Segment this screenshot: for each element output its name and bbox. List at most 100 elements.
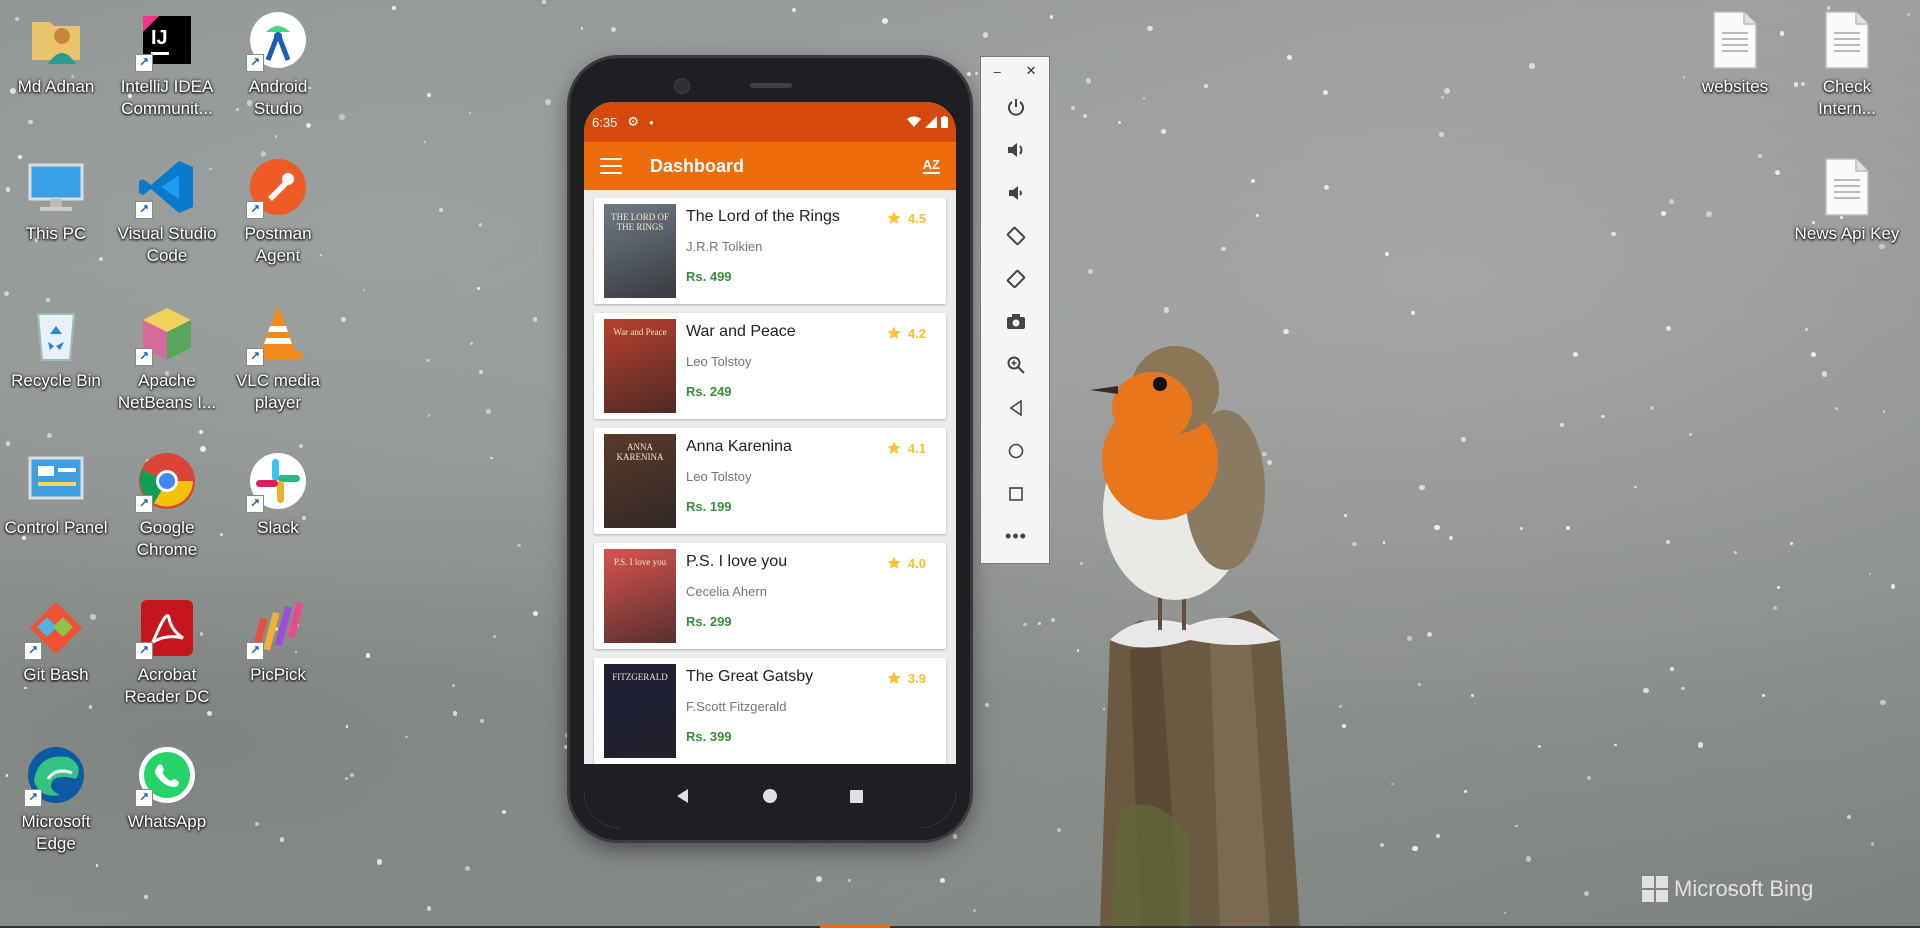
desktop-icon-microsoft[interactable]: ↗ Microsoft Edge: [2, 743, 110, 855]
overview-square-icon: [1009, 486, 1023, 501]
snowflake: [1810, 351, 1817, 358]
desktop-icon-md-adnan[interactable]: Md Adnan: [2, 8, 110, 98]
snowflake: [972, 908, 976, 912]
snowflake: [967, 72, 971, 77]
nav-home-button[interactable]: [750, 776, 790, 816]
zoom-in-icon: [1007, 356, 1025, 374]
book-list[interactable]: THE LORD OF THE RINGS The Lord of the Rin…: [584, 190, 956, 772]
book-card[interactable]: ANNA KARENINA Anna Karenina Leo Tolstoy Rs.…: [594, 428, 946, 534]
snowflake: [1255, 214, 1259, 217]
desktop-icon-picpick[interactable]: ↗ PicPick: [224, 596, 332, 686]
book-card[interactable]: THE LORD OF THE RINGS The Lord of the Rin…: [594, 198, 946, 304]
app-toolbar: Dashboard AZ: [584, 142, 956, 190]
snowflake: [580, 27, 584, 30]
book-rating: 3.9: [886, 670, 926, 686]
vscode-icon: ↗: [135, 155, 199, 219]
snowflake: [478, 223, 483, 227]
snowflake: [984, 702, 989, 707]
rotate-right-button[interactable]: [981, 257, 1051, 300]
wifi-icon: [907, 116, 921, 127]
hamburger-menu-icon[interactable]: [600, 158, 622, 174]
snowflake: [1681, 686, 1685, 691]
desktop-icon-label: News Api Key: [1794, 224, 1900, 243]
desktop-icon-whatsapp[interactable]: ↗ WhatsApp: [113, 743, 221, 833]
volume-down-button[interactable]: [981, 171, 1051, 214]
star-icon: [887, 441, 901, 454]
desktop-icon-postman[interactable]: ↗ Postman Agent: [224, 155, 332, 267]
desktop-icon-acrobat[interactable]: ↗ Acrobat Reader DC: [113, 596, 221, 708]
signal-icon: [925, 116, 937, 128]
android-status-bar: 6:35 ⚙ ●: [584, 102, 956, 142]
nav-back-button[interactable]: [663, 776, 703, 816]
snowflake: [1775, 169, 1780, 175]
snowflake: [1650, 405, 1654, 410]
shortcut-arrow-icon: ↗: [135, 54, 153, 72]
desktop-icon-label: Android Studio: [248, 77, 308, 118]
snowflake: [144, 894, 148, 899]
whatsapp-icon: ↗: [135, 743, 199, 807]
snowflake: [1583, 890, 1589, 896]
snowflake: [1220, 246, 1226, 252]
desktop-icon-control-panel[interactable]: Control Panel: [2, 449, 110, 539]
snowflake: [1441, 96, 1445, 100]
desktop-icon-apache[interactable]: ↗ Apache NetBeans I...: [113, 302, 221, 414]
rotate-left-button[interactable]: [981, 214, 1051, 257]
desktop-icon-google[interactable]: ↗ Google Chrome: [113, 449, 221, 561]
desktop-icon-recycle-bin[interactable]: Recycle Bin: [2, 302, 110, 392]
cover-title: FITZGERALD: [612, 672, 668, 682]
star-icon: [887, 556, 901, 569]
star-icon: [887, 211, 901, 224]
book-rating: 4.1: [886, 440, 926, 456]
book-price: Rs. 199: [686, 499, 732, 514]
snowflake: [1834, 406, 1838, 410]
snowflake: [1448, 536, 1453, 541]
nav-recents-button[interactable]: [837, 776, 877, 816]
snowflake: [478, 369, 483, 374]
close-button[interactable]: ✕: [1026, 63, 1037, 79]
snowflake: [345, 725, 349, 728]
book-card[interactable]: FITZGERALD The Great Gatsby F.Scott Fitzge…: [594, 658, 946, 764]
desktop-icon-git-bash[interactable]: ↗ Git Bash: [2, 596, 110, 686]
snowflake: [1460, 436, 1466, 442]
snowflake: [1611, 232, 1616, 237]
shortcut-arrow-icon: ↗: [135, 495, 153, 513]
zoom-button[interactable]: [981, 343, 1051, 386]
desktop-icon-visual-studio[interactable]: ↗ Visual Studio Code: [113, 155, 221, 267]
desktop-icon-label: PicPick: [250, 665, 306, 684]
snowflake: [1503, 911, 1507, 915]
snowflake: [792, 7, 796, 12]
desktop-icon-websites[interactable]: websites: [1681, 8, 1789, 98]
desktop-icon-intellij-idea[interactable]: IJ ↗ IntelliJ IDEA Communit...: [113, 8, 221, 120]
home-button[interactable]: [981, 429, 1051, 472]
bing-watermark: Microsoft Bing: [1642, 876, 1813, 902]
snowflake: [24, 686, 27, 690]
sort-alphabetical-button[interactable]: AZ: [922, 158, 940, 174]
computer-icon: [24, 155, 88, 219]
snowflake: [1464, 789, 1468, 793]
desktop-icon-slack[interactable]: ↗ Slack: [224, 449, 332, 539]
more-options-button[interactable]: •••: [981, 515, 1051, 558]
desktop-icon-label: Apache NetBeans I...: [117, 371, 217, 412]
volume-up-button[interactable]: [981, 128, 1051, 171]
desktop-icon-news-api-key[interactable]: News Api Key: [1793, 155, 1901, 245]
snowflake: [1391, 782, 1394, 786]
desktop-icon-label: VLC media player: [235, 371, 321, 412]
desktop-icon-this-pc[interactable]: This PC: [2, 155, 110, 245]
power-button[interactable]: [981, 85, 1051, 128]
overview-button[interactable]: [981, 472, 1051, 515]
desktop-icon-android[interactable]: ↗ Android Studio: [224, 8, 332, 120]
book-price: Rs. 299: [686, 614, 732, 629]
snowflake: [349, 772, 355, 777]
minimize-button[interactable]: –: [993, 64, 1000, 79]
back-button[interactable]: [981, 386, 1051, 429]
snowflake: [1697, 742, 1704, 748]
book-card[interactable]: P.S. I love you P.S. I love you Cecelia Ah…: [594, 543, 946, 649]
book-card[interactable]: War and Peace War and Peace Leo Tolstoy Rs.…: [594, 313, 946, 419]
desktop-icon-check[interactable]: Check Intern...: [1793, 8, 1901, 120]
snowflake: [1323, 185, 1329, 191]
desktop-icon-label: WhatsApp: [127, 812, 207, 831]
screenshot-button[interactable]: [981, 300, 1051, 343]
desktop-icon-vlc-media[interactable]: ↗ VLC media player: [224, 302, 332, 414]
recents-square-icon: [850, 789, 864, 803]
shortcut-arrow-icon: ↗: [246, 54, 264, 72]
